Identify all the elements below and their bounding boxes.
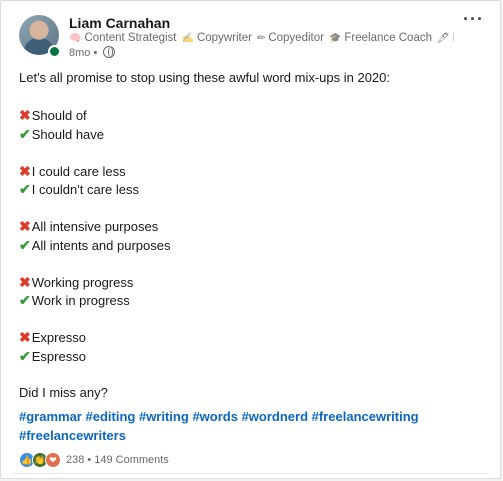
right-text: Work in progress bbox=[31, 293, 130, 308]
more-options-button[interactable]: ··· bbox=[463, 9, 484, 30]
reaction-icons[interactable]: 👍 👏 ❤ bbox=[19, 452, 61, 468]
right-item: ✔I couldn't care less bbox=[19, 180, 484, 199]
cross-mark-icon: ✖ bbox=[19, 329, 31, 345]
social-counts: 👍 👏 ❤ 238 • 149 Comments bbox=[19, 452, 169, 468]
headline-item: Freelance Coach bbox=[344, 32, 432, 44]
right-text: Espresso bbox=[31, 348, 86, 364]
hashtag-link[interactable]: #freelancewriters bbox=[19, 428, 126, 443]
post-intro: Let's all promise to stop using these aw… bbox=[19, 70, 391, 85]
post-card: Liam Carnahan 🧠 Content Strategist ✍ Copywr… bbox=[0, 0, 501, 479]
right-item: ✔Espresso bbox=[19, 347, 484, 366]
wrong-text: All intensive purposes bbox=[31, 219, 159, 234]
wrong-item: ✖I could care less bbox=[19, 162, 484, 181]
pencil-icon: ✏ bbox=[256, 32, 266, 44]
divider bbox=[13, 473, 488, 474]
hashtag-link[interactable]: #freelancewriting bbox=[312, 409, 419, 424]
right-text: All intents and purposes bbox=[31, 237, 171, 253]
right-item: ✔Work in progress bbox=[19, 291, 484, 310]
headline-item: Content Strategist bbox=[84, 32, 177, 44]
brain-icon: 🧠 bbox=[69, 32, 82, 44]
mixup-list: ✖Should of ✔Should have ✖I could care less… bbox=[19, 106, 484, 384]
cross-mark-icon: ✖ bbox=[19, 162, 31, 179]
cross-mark-icon: ✖ bbox=[19, 273, 31, 290]
globe-icon bbox=[103, 46, 116, 58]
hashtag-list: #grammar #editing #writing #words #wordn… bbox=[19, 408, 484, 445]
post-body: Let's all promise to stop using these aw… bbox=[19, 69, 484, 402]
hashtag-link[interactable]: #writing bbox=[139, 409, 189, 424]
comment-count[interactable]: 149 Comments bbox=[94, 454, 169, 466]
right-text: I couldn't care less bbox=[31, 182, 139, 197]
hashtag-link[interactable]: #words bbox=[192, 409, 238, 424]
wrong-text: Working progress bbox=[31, 274, 134, 290]
wrong-item: ✖All intensive purposes bbox=[19, 217, 484, 236]
wrong-item: ✖Working progress bbox=[19, 273, 484, 292]
wrong-text: I could care less bbox=[31, 163, 126, 179]
meta-separator: • bbox=[93, 47, 98, 59]
right-item: ✔All intents and purposes bbox=[19, 236, 484, 255]
love-icon: ❤ bbox=[45, 452, 61, 468]
headline-item: P... bbox=[453, 32, 454, 44]
check-mark-icon: ✔ bbox=[19, 125, 31, 142]
post-meta: 8mo • bbox=[69, 46, 116, 59]
wrong-item: ✖Should of bbox=[19, 106, 484, 125]
author-name[interactable]: Liam Carnahan bbox=[69, 15, 170, 31]
cross-mark-icon: ✖ bbox=[19, 218, 31, 234]
graduation-cap-icon: 🎓 bbox=[328, 32, 342, 44]
headline-item: Copywriter bbox=[196, 32, 252, 44]
pen-icon: 🖊 bbox=[436, 32, 450, 44]
headline-item: Copyeditor bbox=[268, 32, 324, 44]
writing-hand-icon: ✍ bbox=[181, 32, 194, 44]
social-separator: • bbox=[87, 454, 92, 466]
check-mark-icon: ✔ bbox=[19, 181, 31, 197]
online-status-icon bbox=[48, 45, 61, 58]
check-mark-icon: ✔ bbox=[19, 236, 31, 253]
post-outro: Did I miss any? bbox=[19, 384, 108, 400]
wrong-item: ✖Expresso bbox=[19, 328, 484, 347]
hashtag-link[interactable]: #grammar bbox=[19, 409, 82, 424]
right-item: ✔Should have bbox=[19, 125, 484, 144]
reaction-count[interactable]: 238 bbox=[66, 454, 84, 466]
check-mark-icon: ✔ bbox=[19, 347, 31, 364]
post-time: 8mo bbox=[69, 47, 91, 59]
wrong-text: Should of bbox=[31, 108, 87, 123]
cross-mark-icon: ✖ bbox=[19, 107, 31, 123]
check-mark-icon: ✔ bbox=[19, 292, 31, 308]
right-text: Should have bbox=[31, 126, 105, 142]
hashtag-link[interactable]: #wordnerd bbox=[242, 409, 308, 424]
hashtag-link[interactable]: #editing bbox=[86, 409, 136, 424]
wrong-text: Expresso bbox=[31, 330, 86, 345]
author-headline: 🧠 Content Strategist ✍ Copywriter ✏ Copyedito… bbox=[69, 32, 454, 44]
